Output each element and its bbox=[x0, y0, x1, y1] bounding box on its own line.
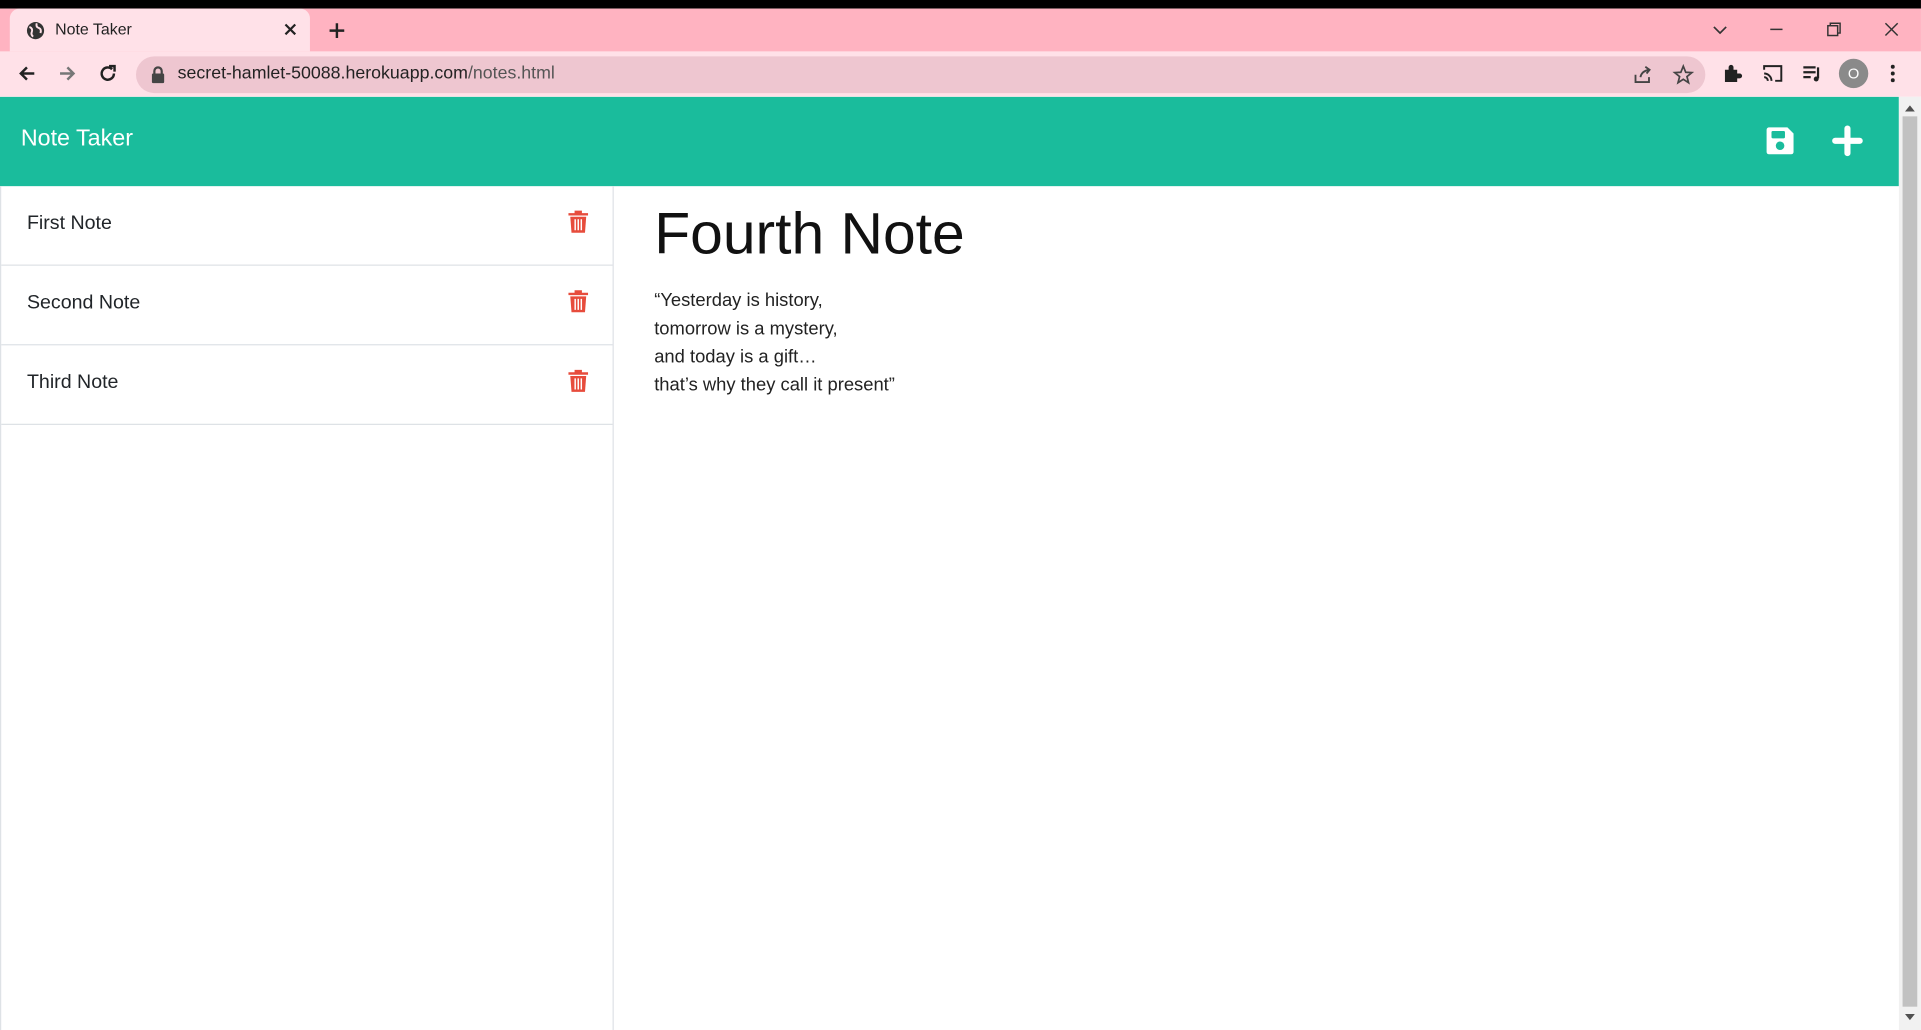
tab-search-icon[interactable] bbox=[1708, 17, 1733, 41]
scroll-thumb[interactable] bbox=[1902, 116, 1918, 1007]
tab-title: Note Taker bbox=[55, 19, 132, 38]
profile-avatar[interactable]: O bbox=[1838, 58, 1869, 89]
kebab-menu-icon[interactable] bbox=[1882, 62, 1904, 84]
back-arrow-icon[interactable] bbox=[16, 62, 38, 84]
note-editor: Fourth Note “Yesterday is history, tomor… bbox=[615, 186, 1899, 1030]
trash-icon[interactable] bbox=[567, 289, 589, 313]
plus-icon[interactable] bbox=[1832, 125, 1864, 157]
app-navbar: Note Taker bbox=[0, 96, 1899, 187]
list-item[interactable]: First Note bbox=[1, 186, 613, 266]
note-item-title: First Note bbox=[26, 213, 112, 234]
list-item[interactable]: Second Note bbox=[1, 266, 613, 346]
url-text: secret-hamlet-50088.herokuapp.com/notes.… bbox=[178, 64, 555, 84]
minimize-icon[interactable] bbox=[1764, 17, 1789, 41]
forward-arrow-icon[interactable] bbox=[56, 62, 78, 84]
share-icon[interactable] bbox=[1632, 64, 1654, 86]
scroll-down-arrow-icon[interactable] bbox=[1904, 1013, 1916, 1023]
tab-strip: Note Taker bbox=[0, 8, 1921, 52]
address-bar[interactable]: secret-hamlet-50088.herokuapp.com/notes.… bbox=[135, 56, 1706, 94]
cast-icon[interactable] bbox=[1762, 62, 1784, 84]
restore-icon[interactable] bbox=[1822, 17, 1847, 41]
notes-list: First Note Second Note Third Note bbox=[0, 186, 614, 1030]
url-host: secret-hamlet-50088.herokuapp.com bbox=[177, 63, 468, 84]
scroll-up-arrow-icon[interactable] bbox=[1904, 103, 1916, 113]
note-text-area[interactable]: “Yesterday is history, tomorrow is a mys… bbox=[654, 287, 895, 400]
save-icon[interactable] bbox=[1764, 125, 1796, 157]
trash-icon[interactable] bbox=[567, 209, 589, 233]
tab-note-taker[interactable]: Note Taker bbox=[9, 8, 310, 52]
trash-icon[interactable] bbox=[567, 369, 589, 393]
close-window-icon[interactable] bbox=[1879, 17, 1904, 41]
note-title-input[interactable]: Fourth Note bbox=[654, 201, 965, 268]
extensions-icon[interactable] bbox=[1721, 62, 1743, 84]
bookmark-star-icon[interactable] bbox=[1672, 63, 1695, 86]
url-path: /notes.html bbox=[467, 63, 555, 84]
browser-window: Note Taker secret-hamlet-50088.herokuapp… bbox=[0, 0, 1921, 1030]
globe-icon bbox=[26, 22, 45, 40]
screen: Note Taker secret-hamlet-50088.herokuapp… bbox=[0, 0, 1921, 1030]
media-controls-icon[interactable] bbox=[1801, 62, 1823, 84]
page-content: Note Taker First Note Second Note Third … bbox=[0, 96, 1899, 1030]
close-tab-icon[interactable] bbox=[281, 20, 301, 40]
browser-toolbar: secret-hamlet-50088.herokuapp.com/notes.… bbox=[0, 51, 1921, 97]
new-tab-icon[interactable] bbox=[326, 20, 348, 42]
lock-icon[interactable] bbox=[151, 66, 166, 84]
screen-top-edge bbox=[0, 0, 1921, 9]
reload-icon[interactable] bbox=[97, 62, 119, 84]
list-item[interactable]: Third Note bbox=[1, 345, 613, 425]
page-scrollbar[interactable] bbox=[1898, 96, 1921, 1030]
note-item-title: Second Note bbox=[26, 292, 141, 314]
note-item-title: Third Note bbox=[26, 372, 119, 394]
app-brand[interactable]: Note Taker bbox=[21, 126, 133, 153]
